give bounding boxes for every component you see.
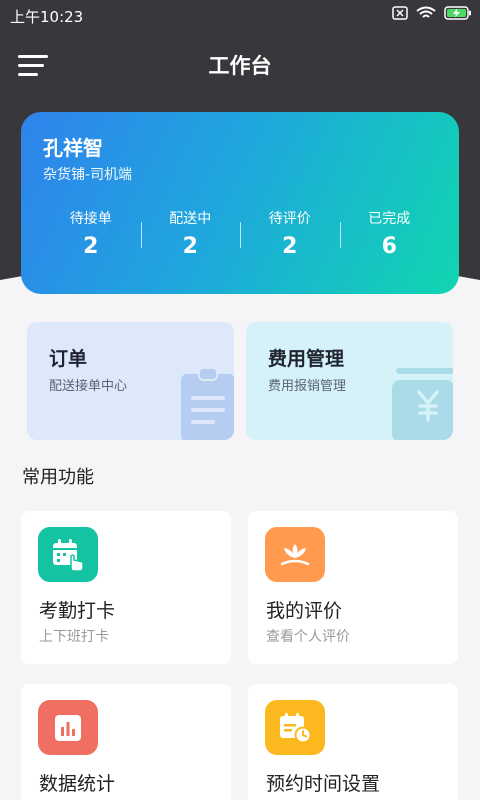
status-time: 上午10:23 [10, 8, 84, 26]
stat-label: 配送中 [169, 211, 212, 227]
entry-desc: 费用报销管理 [268, 379, 347, 394]
my-reviews-tile[interactable]: 我的评价 查看个人评价 [248, 511, 458, 664]
stat-delivering[interactable]: 配送中 2 [140, 208, 241, 259]
sim-off-icon [392, 6, 408, 20]
bar-chart-icon [38, 700, 98, 755]
flower-icon [265, 527, 325, 582]
stat-completed[interactable]: 已完成 6 [339, 208, 440, 259]
fees-entry-card[interactable]: 费用管理 费用报销管理 [246, 322, 453, 440]
user-name: 孔祥智 [43, 136, 103, 160]
entry-title: 费用管理 [268, 348, 345, 370]
entry-title: 订单 [49, 348, 88, 370]
profile-card: 孔祥智 杂货铺-司机端 待接单 2 配送中 2 待评价 2 已完成 6 [21, 112, 459, 294]
calendar-tap-icon [38, 527, 98, 582]
stat-label: 已完成 [368, 211, 411, 227]
tile-desc: 上下班打卡 [39, 629, 109, 645]
order-stats: 待接单 2 配送中 2 待评价 2 已完成 6 [41, 208, 439, 259]
tile-title: 数据统计 [39, 773, 116, 795]
section-title: 常用功能 [22, 467, 94, 488]
entry-desc: 配送接单中心 [49, 379, 128, 394]
data-stats-tile[interactable]: 数据统计 [21, 684, 231, 800]
stat-value: 6 [381, 234, 397, 259]
status-icons [392, 6, 472, 20]
stat-value: 2 [182, 234, 198, 259]
navbar: 工作台 [0, 40, 480, 90]
stat-to-review[interactable]: 待评价 2 [240, 208, 340, 259]
stat-label: 待评价 [268, 211, 311, 227]
stat-label: 待接单 [69, 211, 112, 227]
stat-value: 2 [282, 234, 298, 259]
tile-desc: 查看个人评价 [266, 629, 350, 645]
page-title: 工作台 [208, 54, 272, 78]
tile-title: 考勤打卡 [39, 600, 116, 622]
booking-time-tile[interactable]: 预约时间设置 [248, 684, 458, 800]
calendar-clock-icon [265, 700, 325, 755]
tile-title: 预约时间设置 [266, 773, 381, 795]
orders-entry-card[interactable]: 订单 配送接单中心 [27, 322, 234, 440]
stat-pending[interactable]: 待接单 2 [41, 208, 141, 259]
status-bar: 上午10:23 [0, 0, 480, 30]
user-role: 杂货铺-司机端 [43, 167, 133, 183]
attendance-tile[interactable]: 考勤打卡 上下班打卡 [21, 511, 231, 664]
battery-charging-icon [444, 6, 471, 20]
clipboard-icon [181, 368, 234, 440]
wifi-icon [416, 6, 436, 18]
yen-wallet-icon [392, 368, 453, 440]
tile-title: 我的评价 [266, 600, 343, 622]
stat-value: 2 [83, 234, 99, 259]
